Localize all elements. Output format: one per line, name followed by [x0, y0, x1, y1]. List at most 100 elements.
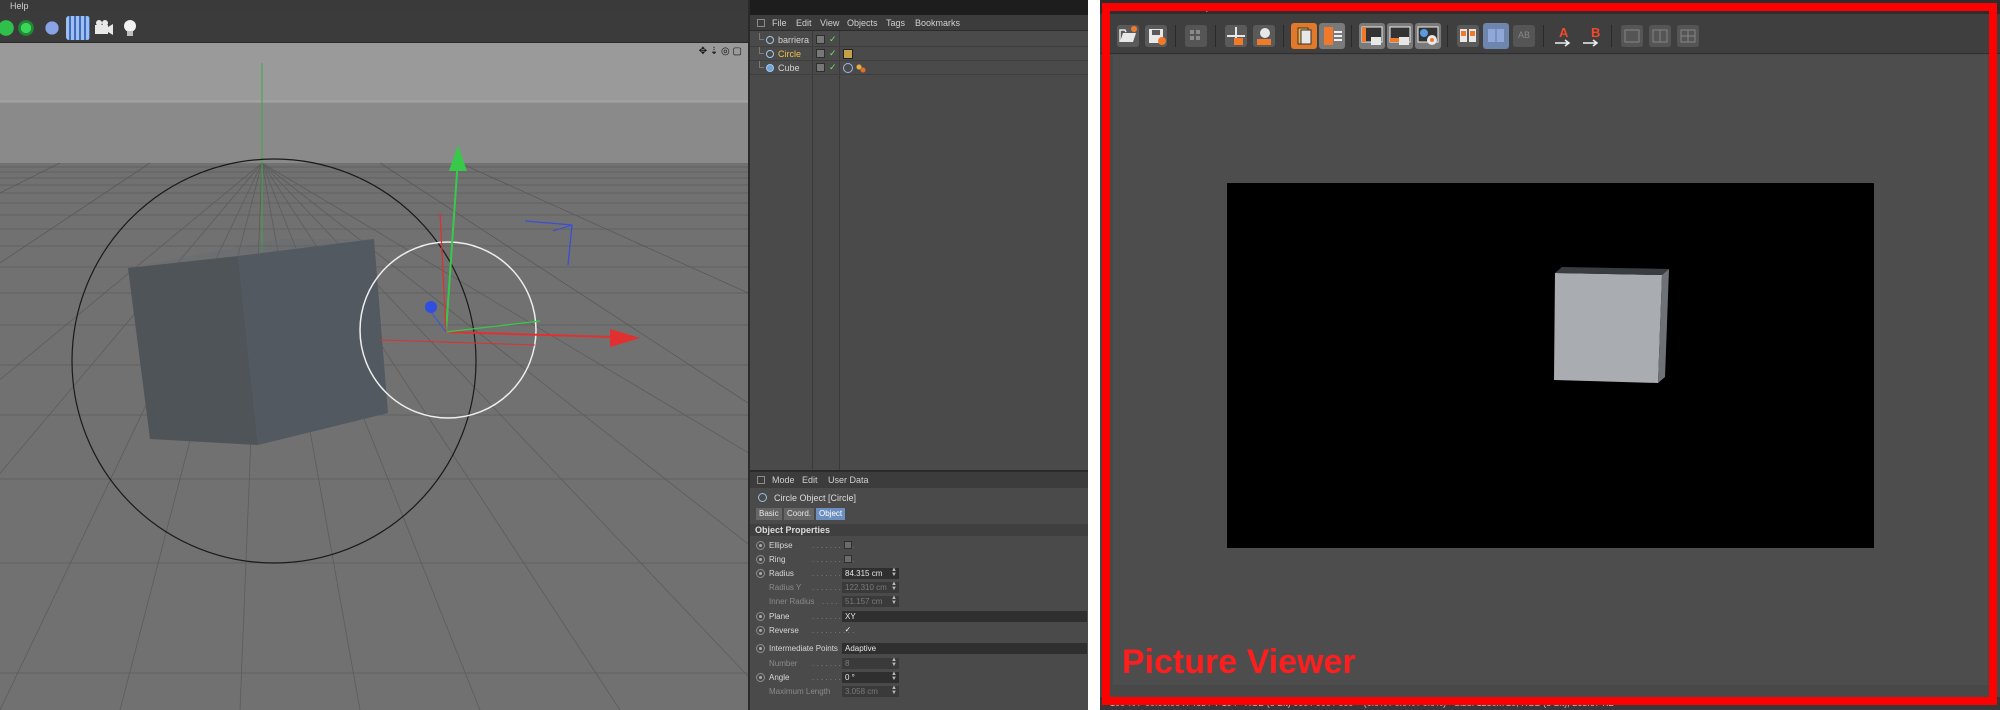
enabled-check-icon[interactable]: ✓ — [829, 47, 837, 60]
menu-icon[interactable] — [757, 476, 765, 484]
prop-number[interactable]: Number . . . . . . . . . 8 ▲ ▼ — [750, 657, 1090, 671]
animate-radio-icon[interactable] — [756, 644, 765, 653]
floor-icon[interactable] — [66, 16, 90, 40]
tab-basic[interactable]: Basic — [756, 508, 782, 520]
zoom-tool-icon[interactable] — [1251, 23, 1277, 49]
number-field[interactable]: 8 ▲ ▼ — [842, 657, 899, 669]
animate-radio-icon[interactable] — [756, 673, 765, 682]
visibility-toggle-icon[interactable] — [816, 49, 825, 58]
prop-radius[interactable]: Radius . . . . . . . . . 84.315 cm ▲ ▼ — [750, 567, 1090, 581]
om-menu-tags[interactable]: Tags — [886, 17, 905, 29]
spinner-icon[interactable]: ▲ ▼ — [891, 671, 897, 682]
animate-radio-icon[interactable] — [756, 569, 765, 578]
prop-maximum-length[interactable]: Maximum Length 3.058 cm ▲ ▼ — [750, 685, 1090, 699]
compare-text-icon[interactable]: AB — [1511, 23, 1537, 49]
animate-radio-icon[interactable] — [756, 626, 765, 635]
prop-radius-y[interactable]: Radius Y . . . . . . . . 122.310 cm ▲ ▼ — [750, 581, 1090, 595]
object-name[interactable]: Circle — [778, 48, 801, 60]
animate-radio-icon[interactable] — [756, 555, 765, 564]
deformer-icon[interactable] — [40, 16, 64, 40]
prop-ellipse[interactable]: Ellipse . . . . . . . . . . — [750, 539, 1090, 553]
animate-radio-icon[interactable] — [756, 612, 765, 621]
viewport-scene[interactable] — [0, 43, 748, 710]
rendered-image[interactable] — [1227, 183, 1874, 548]
prop-ring[interactable]: Ring . . . . . . . . . . — [750, 553, 1090, 567]
render-region-icon[interactable] — [1387, 23, 1413, 49]
spinner-icon[interactable]: ▲ ▼ — [891, 595, 897, 606]
prop-reverse[interactable]: Reverse . . . . . . . . . . ✓ — [750, 624, 1090, 638]
menu-icon[interactable] — [757, 19, 765, 27]
render-view-icon[interactable] — [1359, 23, 1385, 49]
view-nav-glyphs[interactable]: ✥ ⇣ ◎ ▢ — [699, 46, 742, 58]
texture-tag-icon[interactable] — [856, 63, 866, 73]
camera-icon[interactable] — [92, 16, 116, 40]
prop-angle[interactable]: Angle . . . . . . . . . . 0 ° ▲ ▼ — [750, 671, 1090, 685]
plane-dropdown[interactable]: XY — [842, 611, 1087, 622]
om-menu-view[interactable]: View — [820, 17, 839, 29]
object-name[interactable]: barriera — [778, 34, 809, 46]
tree-line — [759, 47, 764, 54]
intermediate-points-dropdown[interactable]: Adaptive — [842, 643, 1087, 654]
visibility-toggle-icon[interactable] — [816, 63, 825, 72]
layer-list-icon[interactable] — [1291, 23, 1317, 49]
inner-radius-field[interactable]: 51.157 cm ▲ ▼ — [842, 595, 899, 607]
attr-menu-user-data[interactable]: User Data — [828, 474, 869, 486]
label-dots: . . . . — [822, 597, 838, 606]
render-settings-icon[interactable] — [1415, 23, 1441, 49]
layout-single-icon[interactable] — [1619, 23, 1645, 49]
radius-y-field[interactable]: 122.310 cm ▲ ▼ — [842, 581, 899, 593]
spinner-icon[interactable]: ▲ ▼ — [891, 657, 897, 668]
set-b-icon[interactable]: B — [1579, 23, 1605, 49]
material-tag-icon[interactable] — [843, 49, 853, 59]
om-column-divider — [812, 31, 813, 470]
visibility-toggle-icon[interactable] — [816, 35, 825, 44]
picture-viewer-canvas[interactable] — [1113, 55, 1988, 685]
toolbar-separator — [1611, 25, 1612, 47]
tab-coord[interactable]: Coord. — [784, 508, 815, 520]
prop-inner-radius[interactable]: Inner Radius . . . . 51.157 cm ▲ ▼ — [750, 595, 1090, 609]
history-list-icon[interactable] — [1319, 23, 1345, 49]
spinner-icon[interactable]: ▲ ▼ — [891, 567, 897, 578]
pv-menu-text[interactable]: File Edit View Compare Animation — [1130, 1, 1266, 13]
move-tool-icon[interactable] — [1223, 23, 1249, 49]
ellipse-checkbox[interactable] — [844, 541, 852, 549]
light-icon[interactable] — [118, 16, 142, 40]
save-icon[interactable] — [1143, 23, 1169, 49]
phong-tag-icon[interactable] — [843, 63, 853, 73]
enabled-check-icon[interactable]: ✓ — [829, 33, 837, 46]
spinner-icon[interactable]: ▲ ▼ — [891, 685, 897, 696]
view-navigation-icons[interactable]: ✥ ⇣ ◎ ▢ — [699, 46, 742, 58]
om-menu-edit[interactable]: Edit — [796, 17, 812, 29]
prop-plane[interactable]: Plane . . . . . . . . . . XY — [750, 610, 1090, 624]
animate-radio-icon[interactable] — [756, 541, 765, 550]
object-row-cube[interactable]: Cube ✓ — [750, 61, 1090, 75]
set-a-icon[interactable]: A — [1551, 23, 1577, 49]
open-file-icon[interactable] — [1115, 23, 1141, 49]
om-menu-file[interactable]: File — [772, 17, 787, 29]
maximum-length-field[interactable]: 3.058 cm ▲ ▼ — [842, 685, 899, 697]
prop-intermediate-points[interactable]: Intermediate Points Adaptive — [750, 642, 1090, 656]
grid-icon[interactable] — [1183, 23, 1209, 49]
tab-object[interactable]: Object — [816, 508, 846, 520]
angle-field[interactable]: 0 ° ▲ ▼ — [842, 671, 899, 683]
viewport-panel[interactable]: Help ✥ ⇣ ◎ ▢ — [0, 0, 748, 710]
attr-menu-mode[interactable]: Mode — [772, 474, 795, 486]
om-menu-bookmarks[interactable]: Bookmarks — [915, 17, 960, 29]
object-name[interactable]: Cube — [778, 62, 800, 74]
layout-quad-icon[interactable] — [1675, 23, 1701, 49]
pv-status-bar: 100 % ▸ 00:00:00 X 463 / Y 194 · RGB (8 … — [1100, 697, 2000, 710]
spinner-icon[interactable]: ▲ ▼ — [891, 581, 897, 592]
attr-menu-edit[interactable]: Edit — [802, 474, 818, 486]
menu-help[interactable]: Help — [10, 0, 29, 12]
om-menu-objects[interactable]: Objects — [847, 17, 878, 29]
compare-split-icon[interactable] — [1483, 23, 1509, 49]
compare-ab-icon[interactable] — [1455, 23, 1481, 49]
layout-split-icon[interactable] — [1647, 23, 1673, 49]
ring-checkbox[interactable] — [844, 555, 852, 563]
enabled-check-icon[interactable]: ✓ — [829, 61, 837, 74]
object-row-barriera[interactable]: barriera ✓ — [750, 33, 1090, 47]
reverse-checkbox[interactable]: ✓ — [844, 626, 852, 634]
nurbs-icon[interactable] — [14, 16, 38, 40]
radius-field[interactable]: 84.315 cm ▲ ▼ — [842, 567, 899, 579]
object-row-circle[interactable]: Circle ✓ — [750, 47, 1090, 61]
